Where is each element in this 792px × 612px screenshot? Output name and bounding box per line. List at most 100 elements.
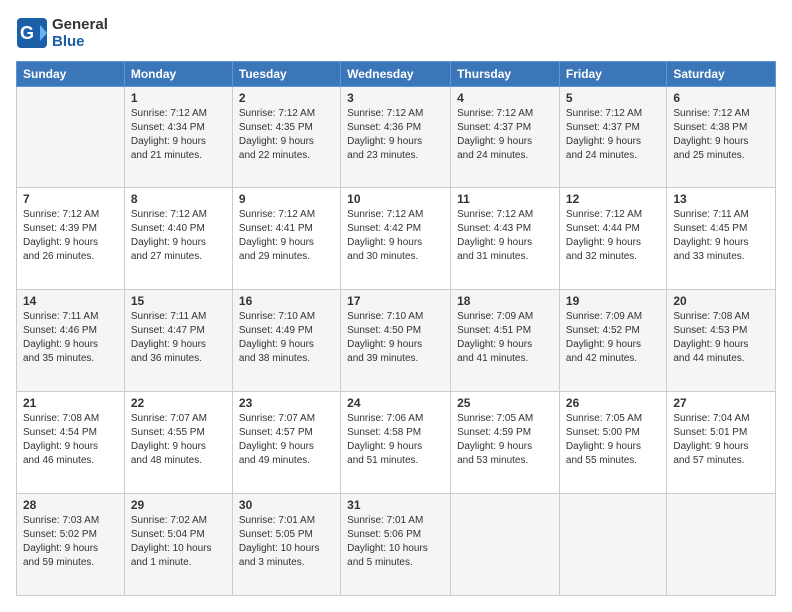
day-info: Sunrise: 7:06 AM Sunset: 4:58 PM Dayligh… (347, 412, 444, 468)
calendar-cell: 7 Sunrise: 7:12 AM Sunset: 4:39 PM Daylig… (17, 188, 125, 290)
logo-text-block: General Blue (52, 16, 108, 51)
day-number: 31 (347, 498, 444, 512)
day-number: 21 (23, 396, 118, 410)
day-number: 1 (131, 91, 226, 105)
calendar-cell: 17Sunrise: 7:10 AM Sunset: 4:50 PM Dayli… (341, 290, 451, 392)
calendar-cell: 19 Sunrise: 7:09 AM Sunset: 4:52 PM Dayli… (559, 290, 666, 392)
week-row-2: 7 Sunrise: 7:12 AM Sunset: 4:39 PM Daylig… (17, 188, 776, 290)
day-info: Sunrise: 7:02 AM Sunset: 5:04 PM Dayligh… (131, 514, 226, 570)
day-number: 7 (23, 192, 118, 206)
day-info: Sunrise: 7:12 AM Sunset: 4:37 PM Dayligh… (457, 107, 553, 163)
header-thursday: Thursday (451, 61, 560, 86)
week-row-1: 1 Sunrise: 7:12 AM Sunset: 4:34 PM Daylig… (17, 86, 776, 188)
day-number: 18 (457, 294, 553, 308)
calendar-cell: 15 Sunrise: 7:11 AM Sunset: 4:47 PM Dayli… (124, 290, 232, 392)
day-number: 27 (673, 396, 769, 410)
header-row: SundayMondayTuesdayWednesdayThursdayFrid… (17, 61, 776, 86)
calendar-cell: 3 Sunrise: 7:12 AM Sunset: 4:36 PM Daylig… (341, 86, 451, 188)
calendar-cell: 9 Sunrise: 7:12 AM Sunset: 4:41 PM Daylig… (232, 188, 340, 290)
day-info: Sunrise: 7:07 AM Sunset: 4:55 PM Dayligh… (131, 412, 226, 468)
calendar-cell: 20 Sunrise: 7:08 AM Sunset: 4:53 PM Dayli… (667, 290, 776, 392)
calendar-cell: 1 Sunrise: 7:12 AM Sunset: 4:34 PM Daylig… (124, 86, 232, 188)
day-info: Sunrise: 7:11 AM Sunset: 4:47 PM Dayligh… (131, 310, 226, 366)
logo-svg: G (16, 17, 48, 49)
calendar-cell (451, 494, 560, 596)
calendar-cell (559, 494, 666, 596)
calendar-cell: 4 Sunrise: 7:12 AM Sunset: 4:37 PM Daylig… (451, 86, 560, 188)
day-info: Sunrise: 7:05 AM Sunset: 5:00 PM Dayligh… (566, 412, 660, 468)
calendar-cell: 27 Sunrise: 7:04 AM Sunset: 5:01 PM Dayli… (667, 392, 776, 494)
day-info: Sunrise: 7:11 AM Sunset: 4:45 PM Dayligh… (673, 208, 769, 264)
logo: G General Blue (16, 16, 108, 51)
day-number: 4 (457, 91, 553, 105)
day-number: 22 (131, 396, 226, 410)
day-number: 14 (23, 294, 118, 308)
day-number: 6 (673, 91, 769, 105)
day-number: 12 (566, 192, 660, 206)
calendar-cell: 11 Sunrise: 7:12 AM Sunset: 4:43 PM Dayli… (451, 188, 560, 290)
day-number: 10 (347, 192, 444, 206)
day-number: 13 (673, 192, 769, 206)
day-number: 25 (457, 396, 553, 410)
calendar-cell (667, 494, 776, 596)
day-info: Sunrise: 7:08 AM Sunset: 4:54 PM Dayligh… (23, 412, 118, 468)
header: G General Blue (16, 16, 776, 51)
day-info: Sunrise: 7:12 AM Sunset: 4:34 PM Dayligh… (131, 107, 226, 163)
day-number: 28 (23, 498, 118, 512)
day-number: 9 (239, 192, 334, 206)
day-info: Sunrise: 7:12 AM Sunset: 4:36 PM Dayligh… (347, 107, 444, 163)
calendar-cell: 5 Sunrise: 7:12 AM Sunset: 4:37 PM Daylig… (559, 86, 666, 188)
header-saturday: Saturday (667, 61, 776, 86)
day-info: Sunrise: 7:01 AM Sunset: 5:06 PM Dayligh… (347, 514, 444, 570)
header-sunday: Sunday (17, 61, 125, 86)
calendar-cell: 24 Sunrise: 7:06 AM Sunset: 4:58 PM Dayli… (341, 392, 451, 494)
calendar-cell: 29 Sunrise: 7:02 AM Sunset: 5:04 PM Dayli… (124, 494, 232, 596)
calendar-cell: 25 Sunrise: 7:05 AM Sunset: 4:59 PM Dayli… (451, 392, 560, 494)
day-number: 20 (673, 294, 769, 308)
calendar-cell: 22 Sunrise: 7:07 AM Sunset: 4:55 PM Dayli… (124, 392, 232, 494)
day-number: 11 (457, 192, 553, 206)
day-number: 3 (347, 91, 444, 105)
calendar-cell: 8 Sunrise: 7:12 AM Sunset: 4:40 PM Daylig… (124, 188, 232, 290)
day-info: Sunrise: 7:04 AM Sunset: 5:01 PM Dayligh… (673, 412, 769, 468)
day-number: 8 (131, 192, 226, 206)
day-info: Sunrise: 7:09 AM Sunset: 4:52 PM Dayligh… (566, 310, 660, 366)
day-number: 17 (347, 294, 444, 308)
calendar-cell: 16Sunrise: 7:10 AM Sunset: 4:49 PM Dayli… (232, 290, 340, 392)
calendar-cell: 18 Sunrise: 7:09 AM Sunset: 4:51 PM Dayli… (451, 290, 560, 392)
day-info: Sunrise: 7:12 AM Sunset: 4:40 PM Dayligh… (131, 208, 226, 264)
day-number: 29 (131, 498, 226, 512)
page: G General Blue SundayMondayTuesdayWednes… (0, 0, 792, 612)
day-info: Sunrise: 7:11 AM Sunset: 4:46 PM Dayligh… (23, 310, 118, 366)
calendar-cell: 10 Sunrise: 7:12 AM Sunset: 4:42 PM Dayli… (341, 188, 451, 290)
day-number: 15 (131, 294, 226, 308)
day-info: Sunrise: 7:12 AM Sunset: 4:42 PM Dayligh… (347, 208, 444, 264)
day-number: 24 (347, 396, 444, 410)
week-row-4: 21 Sunrise: 7:08 AM Sunset: 4:54 PM Dayli… (17, 392, 776, 494)
calendar-cell: 26Sunrise: 7:05 AM Sunset: 5:00 PM Dayli… (559, 392, 666, 494)
day-info: Sunrise: 7:12 AM Sunset: 4:41 PM Dayligh… (239, 208, 334, 264)
header-monday: Monday (124, 61, 232, 86)
calendar-cell: 28Sunrise: 7:03 AM Sunset: 5:02 PM Dayli… (17, 494, 125, 596)
day-number: 2 (239, 91, 334, 105)
calendar-cell: 30 Sunrise: 7:01 AM Sunset: 5:05 PM Dayli… (232, 494, 340, 596)
day-info: Sunrise: 7:01 AM Sunset: 5:05 PM Dayligh… (239, 514, 334, 570)
day-number: 5 (566, 91, 660, 105)
calendar-cell (17, 86, 125, 188)
day-number: 30 (239, 498, 334, 512)
day-info: Sunrise: 7:12 AM Sunset: 4:43 PM Dayligh… (457, 208, 553, 264)
calendar-cell: 6 Sunrise: 7:12 AM Sunset: 4:38 PM Daylig… (667, 86, 776, 188)
day-info: Sunrise: 7:12 AM Sunset: 4:37 PM Dayligh… (566, 107, 660, 163)
day-info: Sunrise: 7:12 AM Sunset: 4:44 PM Dayligh… (566, 208, 660, 264)
calendar-cell: 2Sunrise: 7:12 AM Sunset: 4:35 PM Daylig… (232, 86, 340, 188)
day-info: Sunrise: 7:12 AM Sunset: 4:39 PM Dayligh… (23, 208, 118, 264)
day-number: 19 (566, 294, 660, 308)
day-info: Sunrise: 7:08 AM Sunset: 4:53 PM Dayligh… (673, 310, 769, 366)
calendar-cell: 23Sunrise: 7:07 AM Sunset: 4:57 PM Dayli… (232, 392, 340, 494)
calendar-table: SundayMondayTuesdayWednesdayThursdayFrid… (16, 61, 776, 597)
svg-text:G: G (20, 23, 34, 43)
day-info: Sunrise: 7:09 AM Sunset: 4:51 PM Dayligh… (457, 310, 553, 366)
day-info: Sunrise: 7:12 AM Sunset: 4:38 PM Dayligh… (673, 107, 769, 163)
week-row-5: 28Sunrise: 7:03 AM Sunset: 5:02 PM Dayli… (17, 494, 776, 596)
day-info: Sunrise: 7:05 AM Sunset: 4:59 PM Dayligh… (457, 412, 553, 468)
